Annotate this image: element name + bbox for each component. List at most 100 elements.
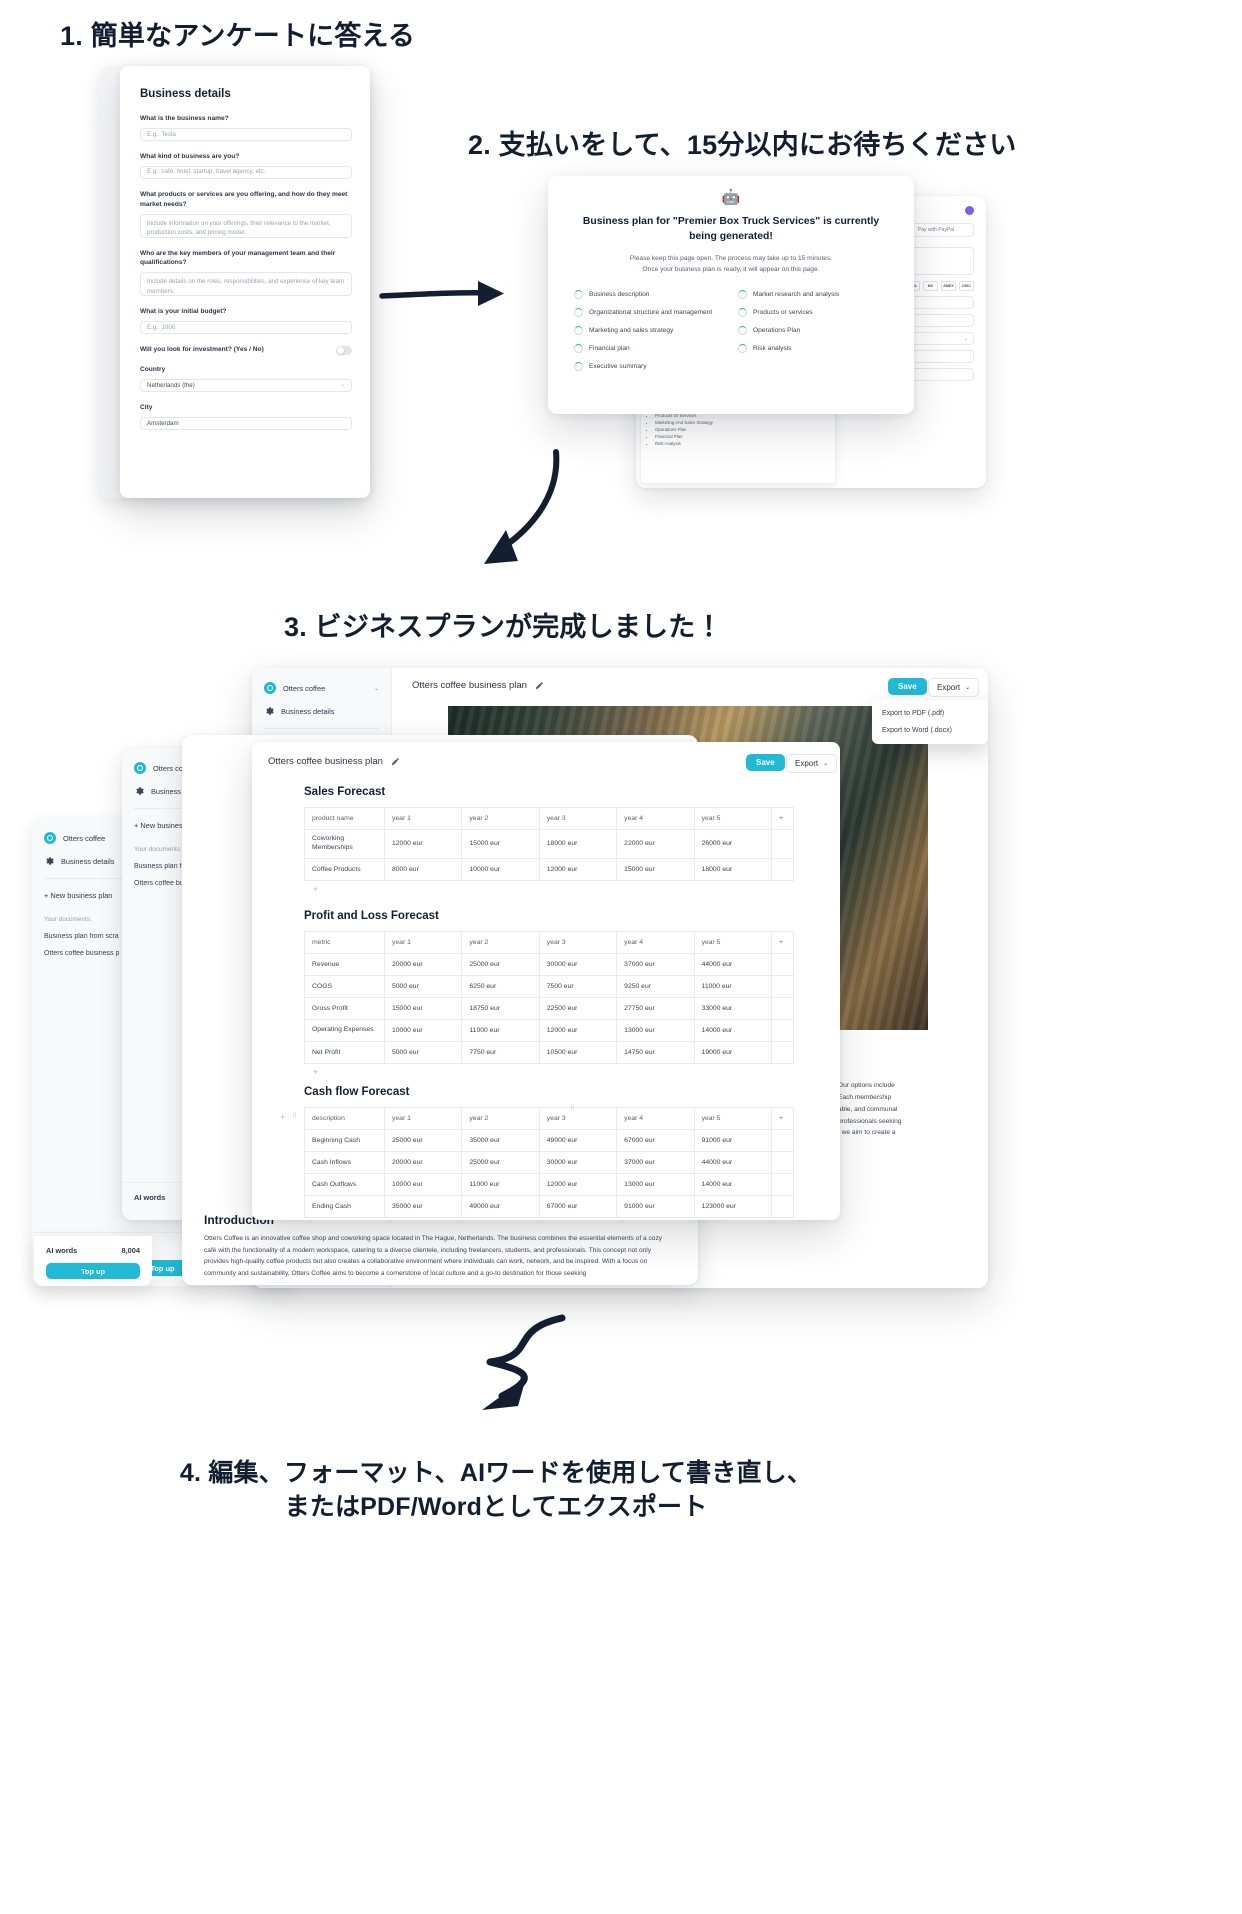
cell[interactable]: 22000 eur [616, 829, 695, 859]
col-header[interactable]: year 1 [383, 1107, 463, 1130]
col-header[interactable]: year 3 [538, 931, 618, 954]
cell[interactable]: 7750 eur [461, 1041, 540, 1064]
cell[interactable]: 8000 eur [383, 857, 463, 881]
cell[interactable]: Cash Inflows [304, 1151, 385, 1174]
cell[interactable]: 11000 eur [461, 1019, 540, 1042]
cell[interactable]: 30000 eur [538, 1151, 618, 1174]
cell[interactable]: Coffee Products [304, 857, 385, 881]
cell[interactable]: 14750 eur [616, 1041, 695, 1064]
pencil-icon[interactable] [535, 681, 544, 690]
management-team-textarea[interactable]: Include details on the roles, responsibi… [140, 272, 352, 297]
col-header[interactable]: year 3 [538, 807, 618, 830]
add-column-button[interactable]: + [771, 931, 794, 954]
cell[interactable]: 18750 eur [461, 997, 540, 1020]
cell[interactable]: 123000 eur [693, 1195, 773, 1218]
cell[interactable]: 67000 eur [538, 1195, 618, 1218]
workspace-switcher-main[interactable]: Otters coffee ⌄ [264, 682, 379, 694]
cell[interactable]: 37000 eur [616, 1151, 695, 1174]
cell[interactable]: Net Profit [304, 1041, 385, 1064]
cell[interactable]: 19000 eur [693, 1041, 773, 1064]
cell[interactable]: 11000 eur [693, 975, 773, 998]
top-up-button[interactable]: Top up [46, 1263, 140, 1279]
cell[interactable]: Coworking Memberships [304, 829, 385, 859]
cell[interactable]: 7500 eur [538, 975, 618, 998]
business-kind-input[interactable]: E.g.: cafe, hotel, startup, travel agenc… [140, 165, 352, 179]
cell[interactable]: 44000 eur [693, 1151, 773, 1174]
col-header[interactable]: year 4 [616, 931, 695, 954]
cell[interactable]: 11000 eur [461, 1173, 540, 1196]
add-column-button[interactable]: + [771, 1107, 794, 1130]
cell[interactable]: 10000 eur [383, 1173, 463, 1196]
export-button-tables[interactable]: Export ⌄ [786, 754, 838, 773]
cell[interactable]: 20000 eur [383, 1151, 463, 1174]
export-button-main[interactable]: Export ⌄ [928, 678, 980, 697]
city-input[interactable]: Amsterdam [140, 416, 352, 430]
col-header[interactable]: year 5 [693, 807, 773, 830]
cell[interactable]: 15000 eur [616, 857, 695, 881]
col-header[interactable]: year 3 [538, 1107, 618, 1130]
cell[interactable]: 6250 eur [461, 975, 540, 998]
cell[interactable]: 10000 eur [383, 1019, 463, 1042]
cell[interactable]: 12000 eur [538, 857, 618, 881]
cell[interactable]: 14000 eur [693, 1173, 773, 1196]
cell[interactable]: 25000 eur [383, 1129, 463, 1152]
document-title-tables[interactable]: Otters coffee business plan [268, 756, 400, 767]
cell[interactable]: 10000 eur [461, 857, 540, 881]
cell[interactable]: 35000 eur [461, 1129, 540, 1152]
col-header[interactable]: year 2 [461, 807, 540, 830]
document-title-main[interactable]: Otters coffee business plan [412, 680, 544, 691]
cell[interactable]: 67000 eur [616, 1129, 695, 1152]
cell[interactable]: COGS [304, 975, 385, 998]
cell[interactable]: 30000 eur [538, 953, 618, 976]
cell[interactable]: 35000 eur [383, 1195, 463, 1218]
col-header[interactable]: year 4 [616, 807, 695, 830]
export-pdf-menu-item[interactable]: Export to PDF (.pdf) [872, 705, 988, 722]
col-header[interactable]: year 2 [461, 931, 540, 954]
col-header[interactable]: year 2 [461, 1107, 540, 1130]
cell[interactable]: 49000 eur [461, 1195, 540, 1218]
export-dropdown-menu[interactable]: Export to PDF (.pdf) Export to Word (.do… [872, 700, 988, 744]
cell[interactable]: 20000 eur [383, 953, 463, 976]
cell[interactable]: 22500 eur [538, 997, 618, 1020]
cell[interactable]: 25000 eur [461, 953, 540, 976]
sidebar-item-business-details-main[interactable]: Business details [264, 706, 379, 716]
cell[interactable]: 91000 eur [693, 1129, 773, 1152]
cell[interactable]: 12000 eur [538, 1173, 618, 1196]
col-header[interactable]: year 5 [693, 931, 773, 954]
cell[interactable]: 10500 eur [538, 1041, 618, 1064]
cell[interactable]: 12000 eur [383, 829, 463, 859]
cell[interactable]: 14000 eur [693, 1019, 773, 1042]
col-header[interactable]: year 1 [383, 807, 463, 830]
investment-toggle[interactable] [336, 345, 352, 355]
business-name-input[interactable]: E.g.: Tesla [140, 127, 352, 141]
cell[interactable]: 13000 eur [616, 1019, 695, 1042]
products-services-textarea[interactable]: Include information on your offerings, t… [140, 213, 352, 238]
cell[interactable]: Gross Profit [304, 997, 385, 1020]
export-word-menu-item[interactable]: Export to Word (.docx) [872, 722, 988, 739]
cell[interactable]: 12000 eur [538, 1019, 618, 1042]
col-header[interactable]: description [304, 1107, 385, 1130]
country-select[interactable]: Netherlands (the) ⌄ [140, 379, 352, 393]
cell[interactable]: Ending Cash [304, 1195, 385, 1218]
col-header[interactable]: year 5 [693, 1107, 773, 1130]
cell[interactable]: 91000 eur [616, 1195, 695, 1218]
cell[interactable]: 5000 eur [383, 1041, 463, 1064]
cell[interactable]: Beginning Cash [304, 1129, 385, 1152]
col-header[interactable]: year 1 [383, 931, 463, 954]
cell[interactable]: Cash Outflows [304, 1173, 385, 1196]
cell[interactable]: 33000 eur [693, 997, 773, 1020]
initial-budget-input[interactable]: E.g.: 1000 [140, 321, 352, 335]
add-column-button[interactable]: + [771, 807, 794, 830]
pencil-icon[interactable] [391, 757, 400, 766]
cell[interactable]: 26000 eur [693, 829, 773, 859]
cell[interactable]: 49000 eur [538, 1129, 618, 1152]
col-header[interactable]: product name [304, 807, 385, 830]
save-button-tables[interactable]: Save [746, 754, 785, 771]
add-row-button[interactable]: + [304, 1218, 794, 1220]
cell[interactable]: 15000 eur [383, 997, 463, 1020]
cell[interactable]: 25000 eur [461, 1151, 540, 1174]
save-button-main[interactable]: Save [888, 678, 927, 695]
cell[interactable]: 13000 eur [616, 1173, 695, 1196]
col-header[interactable]: year 4 [616, 1107, 695, 1130]
table-drag-handle-icon[interactable]: ⠿ [570, 1104, 575, 1112]
